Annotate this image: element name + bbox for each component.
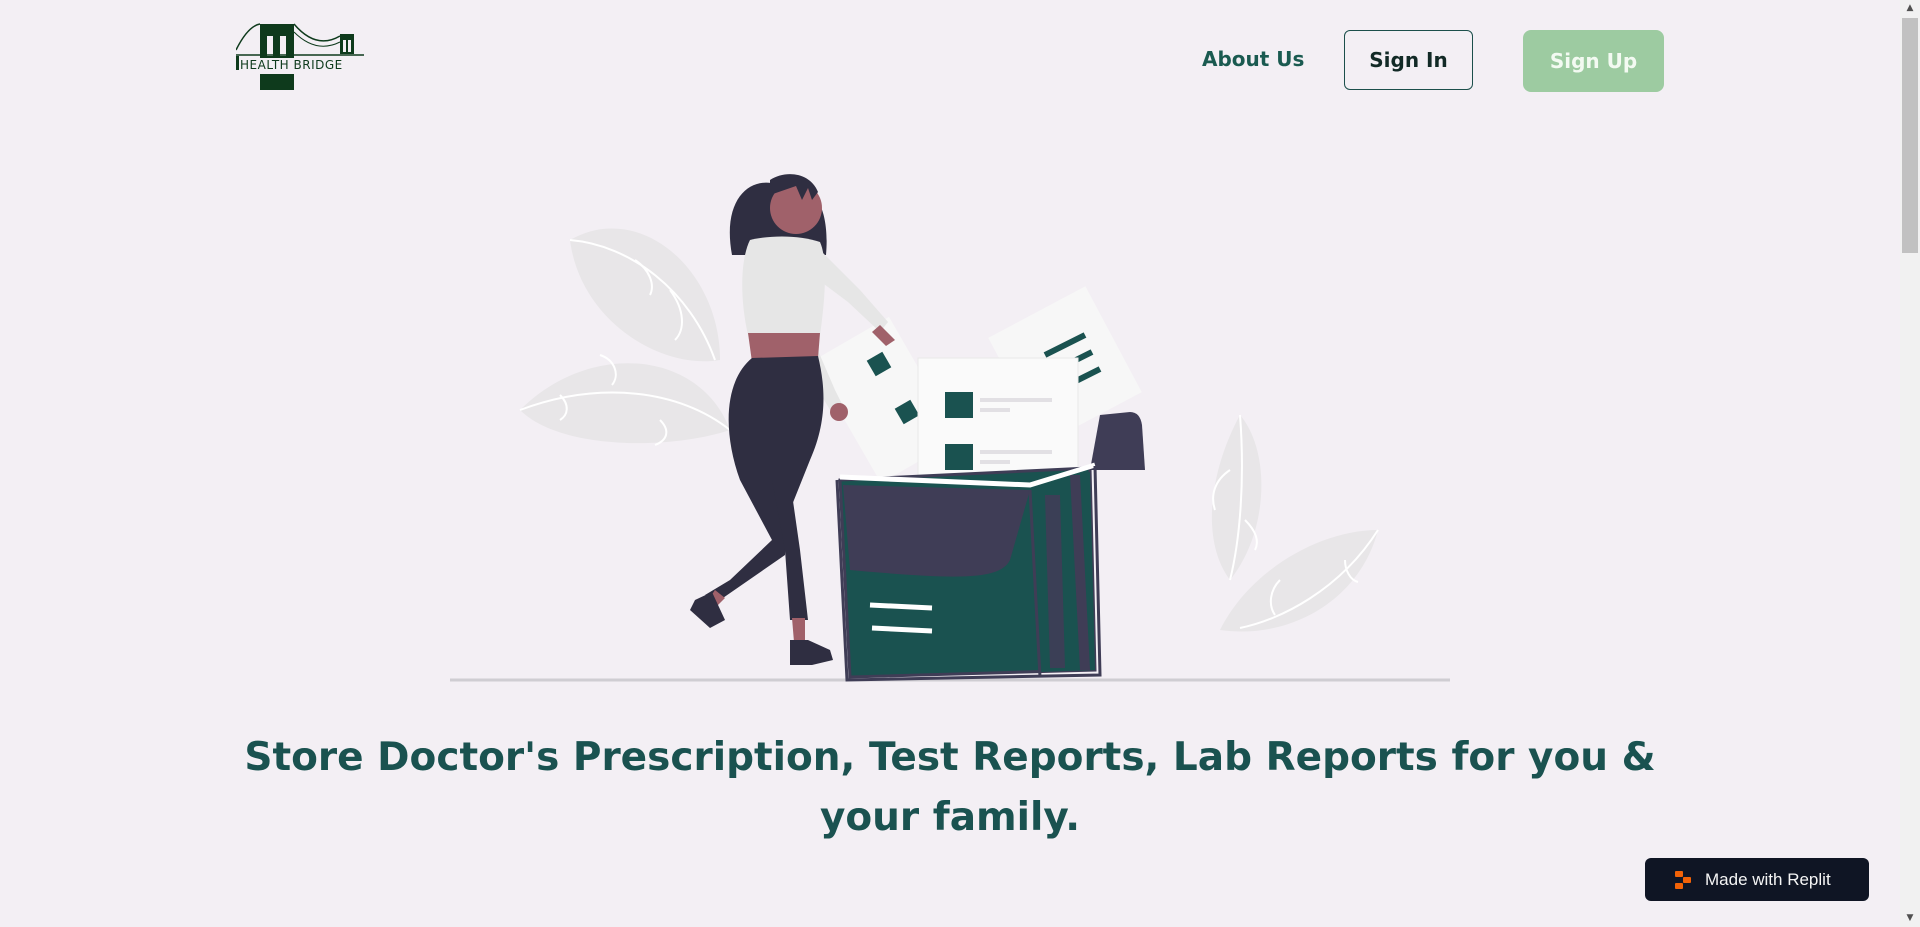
replit-icon: [1675, 870, 1691, 889]
leaf-right: [1211, 414, 1379, 632]
hero-illustration: [450, 174, 1450, 682]
sign-in-button[interactable]: Sign In: [1344, 30, 1473, 90]
storage-box: [835, 462, 1102, 682]
logo-text: HEALTH BRIDGE: [240, 58, 343, 72]
leaf-left: [519, 228, 731, 446]
bridge-icon: [235, 23, 364, 90]
hero-headline: Store Doctor's Prescription, Test Report…: [244, 735, 1656, 840]
landing-page: HEALTH BRIDGE About Us Sign In Sign Up S…: [0, 0, 1920, 927]
scroll-up-arrow-icon[interactable]: ▲: [1900, 0, 1920, 17]
scroll-thumb[interactable]: [1902, 18, 1918, 253]
badge-label: Made with Replit: [1705, 869, 1831, 889]
about-us-link[interactable]: About Us: [1202, 47, 1304, 71]
sign-up-button[interactable]: Sign Up: [1523, 30, 1664, 92]
page-scrollbar[interactable]: ▲ ▼: [1900, 0, 1920, 927]
box-back-flap: [1090, 412, 1145, 470]
scroll-down-arrow-icon[interactable]: ▼: [1900, 910, 1920, 927]
health-bridge-logo[interactable]: HEALTH BRIDGE: [235, 22, 364, 92]
made-with-replit-badge[interactable]: Made with Replit: [1645, 858, 1869, 901]
